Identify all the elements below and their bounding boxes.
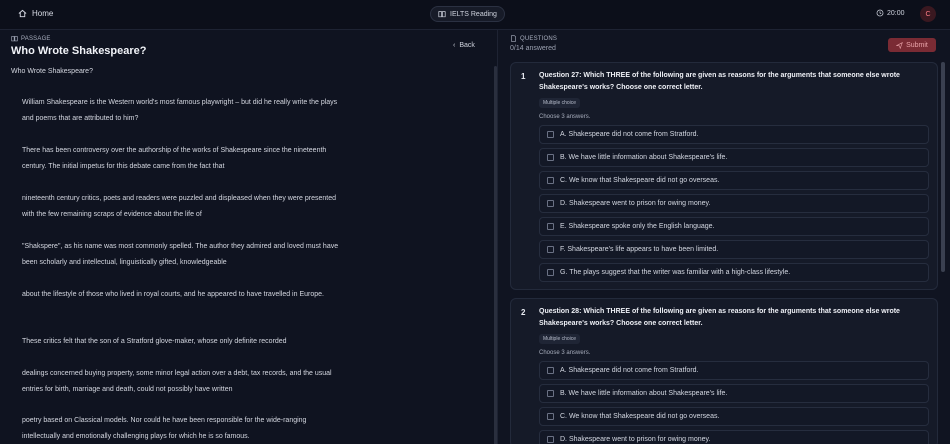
clock-icon: [876, 9, 884, 17]
checkbox-icon: [547, 177, 554, 184]
passage-paragraph: "Shakspere", as his name was most common…: [22, 243, 339, 266]
passage-paragraph: William Shakespeare is the Western world…: [22, 99, 338, 122]
questions-scrollbar[interactable]: [941, 62, 945, 272]
passage-paragraph: These critics felt that the son of a Str…: [22, 338, 287, 345]
book-icon: [11, 36, 18, 42]
checkbox-icon: [547, 246, 554, 253]
mode-pill: IELTS Reading: [430, 6, 505, 22]
top-bar: Home IELTS Reading 20:00 C: [0, 0, 950, 30]
option-label: F. Shakespeare's life appears to have be…: [560, 246, 719, 253]
option-checkbox[interactable]: B. We have little information about Shak…: [539, 148, 929, 167]
option-checkbox[interactable]: G. The plays suggest that the writer was…: [539, 263, 929, 282]
question-type-badge: Multiple choice: [539, 98, 581, 108]
question-text: Question 27: Which THREE of the followin…: [539, 72, 900, 91]
home-icon: [18, 9, 27, 18]
passage-panel: PASSAGE Who Wrote Shakespeare? ‹ Back Wh…: [0, 30, 497, 444]
passage-paragraph: nineteenth century critics, poets and re…: [22, 195, 337, 218]
checkbox-icon: [547, 154, 554, 161]
passage-caption-label: PASSAGE: [21, 35, 51, 42]
option-checkbox[interactable]: B. We have little information about Shak…: [539, 384, 929, 403]
checkbox-icon: [547, 390, 554, 397]
option-label: D. Shakespeare went to prison for owing …: [560, 200, 711, 207]
option-checkbox[interactable]: F. Shakespeare's life appears to have be…: [539, 240, 929, 259]
send-icon: [896, 41, 903, 49]
question-number: 2: [521, 308, 526, 317]
timer: 20:00: [876, 9, 905, 17]
option-checkbox[interactable]: C. We know that Shakespeare did not go o…: [539, 171, 929, 190]
questions-caption: QUESTIONS: [510, 35, 557, 42]
checkbox-icon: [547, 413, 554, 420]
passage-paragraph: dealings concerned buying property, some…: [22, 370, 332, 393]
option-label: C. We know that Shakespeare did not go o…: [560, 413, 720, 420]
choose-hint: Choose 3 answers.: [539, 114, 591, 120]
answered-count: 0/14 answered: [510, 45, 556, 52]
option-checkbox[interactable]: D. Shakespeare went to prison for owing …: [539, 194, 929, 213]
choose-hint: Choose 3 answers.: [539, 350, 591, 356]
question-number: 1: [521, 72, 526, 81]
question-text: Question 28: Which THREE of the followin…: [539, 308, 900, 327]
option-checkbox[interactable]: C. We know that Shakespeare did not go o…: [539, 407, 929, 426]
passage-paragraph: There has been controversy over the auth…: [22, 147, 327, 170]
option-checkbox[interactable]: A. Shakespeare did not come from Stratfo…: [539, 125, 929, 144]
question-card: 2 Question 28: Which THREE of the follow…: [510, 298, 938, 444]
option-checkbox[interactable]: E. Shakespeare spoke only the English la…: [539, 217, 929, 236]
option-label: E. Shakespeare spoke only the English la…: [560, 223, 715, 230]
passage-paragraph: poetry based on Classical models. Nor co…: [22, 417, 307, 440]
mode-label: IELTS Reading: [450, 10, 497, 18]
home-link[interactable]: Home: [18, 9, 53, 18]
passage-paragraph: about the lifestyle of those who lived i…: [22, 291, 324, 298]
checkbox-icon: [547, 131, 554, 138]
submit-button[interactable]: Submit: [888, 38, 936, 52]
document-icon: [511, 35, 516, 42]
option-label: B. We have little information about Shak…: [560, 390, 728, 397]
avatar[interactable]: C: [920, 6, 936, 22]
option-label: A. Shakespeare did not come from Stratfo…: [560, 367, 699, 374]
option-checkbox[interactable]: A. Shakespeare did not come from Stratfo…: [539, 361, 929, 380]
questions-panel: QUESTIONS 0/14 answered Submit 1 Questio…: [497, 30, 950, 444]
question-type-badge: Multiple choice: [539, 334, 581, 344]
book-icon: [438, 11, 446, 18]
checkbox-icon: [547, 269, 554, 276]
option-label: D. Shakespeare went to prison for owing …: [560, 436, 711, 443]
checkbox-icon: [547, 436, 554, 443]
checkbox-icon: [547, 200, 554, 207]
chevron-left-icon: ‹: [453, 42, 456, 49]
checkbox-icon: [547, 223, 554, 230]
option-checkbox[interactable]: D. Shakespeare went to prison for owing …: [539, 430, 929, 444]
option-label: C. We know that Shakespeare did not go o…: [560, 177, 720, 184]
passage-subtitle: Who Wrote Shakespeare?: [11, 68, 93, 75]
home-label: Home: [32, 9, 54, 18]
checkbox-icon: [547, 367, 554, 374]
questions-caption-label: QUESTIONS: [520, 35, 558, 42]
back-label: Back: [459, 42, 475, 49]
passage-caption: PASSAGE: [11, 35, 51, 42]
option-label: A. Shakespeare did not come from Stratfo…: [560, 131, 699, 138]
passage-title: Who Wrote Shakespeare?: [11, 45, 147, 57]
option-label: G. The plays suggest that the writer was…: [560, 269, 791, 276]
option-label: B. We have little information about Shak…: [560, 154, 728, 161]
timer-value: 20:00: [887, 9, 905, 17]
question-card: 1 Question 27: Which THREE of the follow…: [510, 62, 938, 290]
submit-label: Submit: [906, 41, 928, 49]
back-button[interactable]: ‹ Back: [453, 42, 475, 49]
